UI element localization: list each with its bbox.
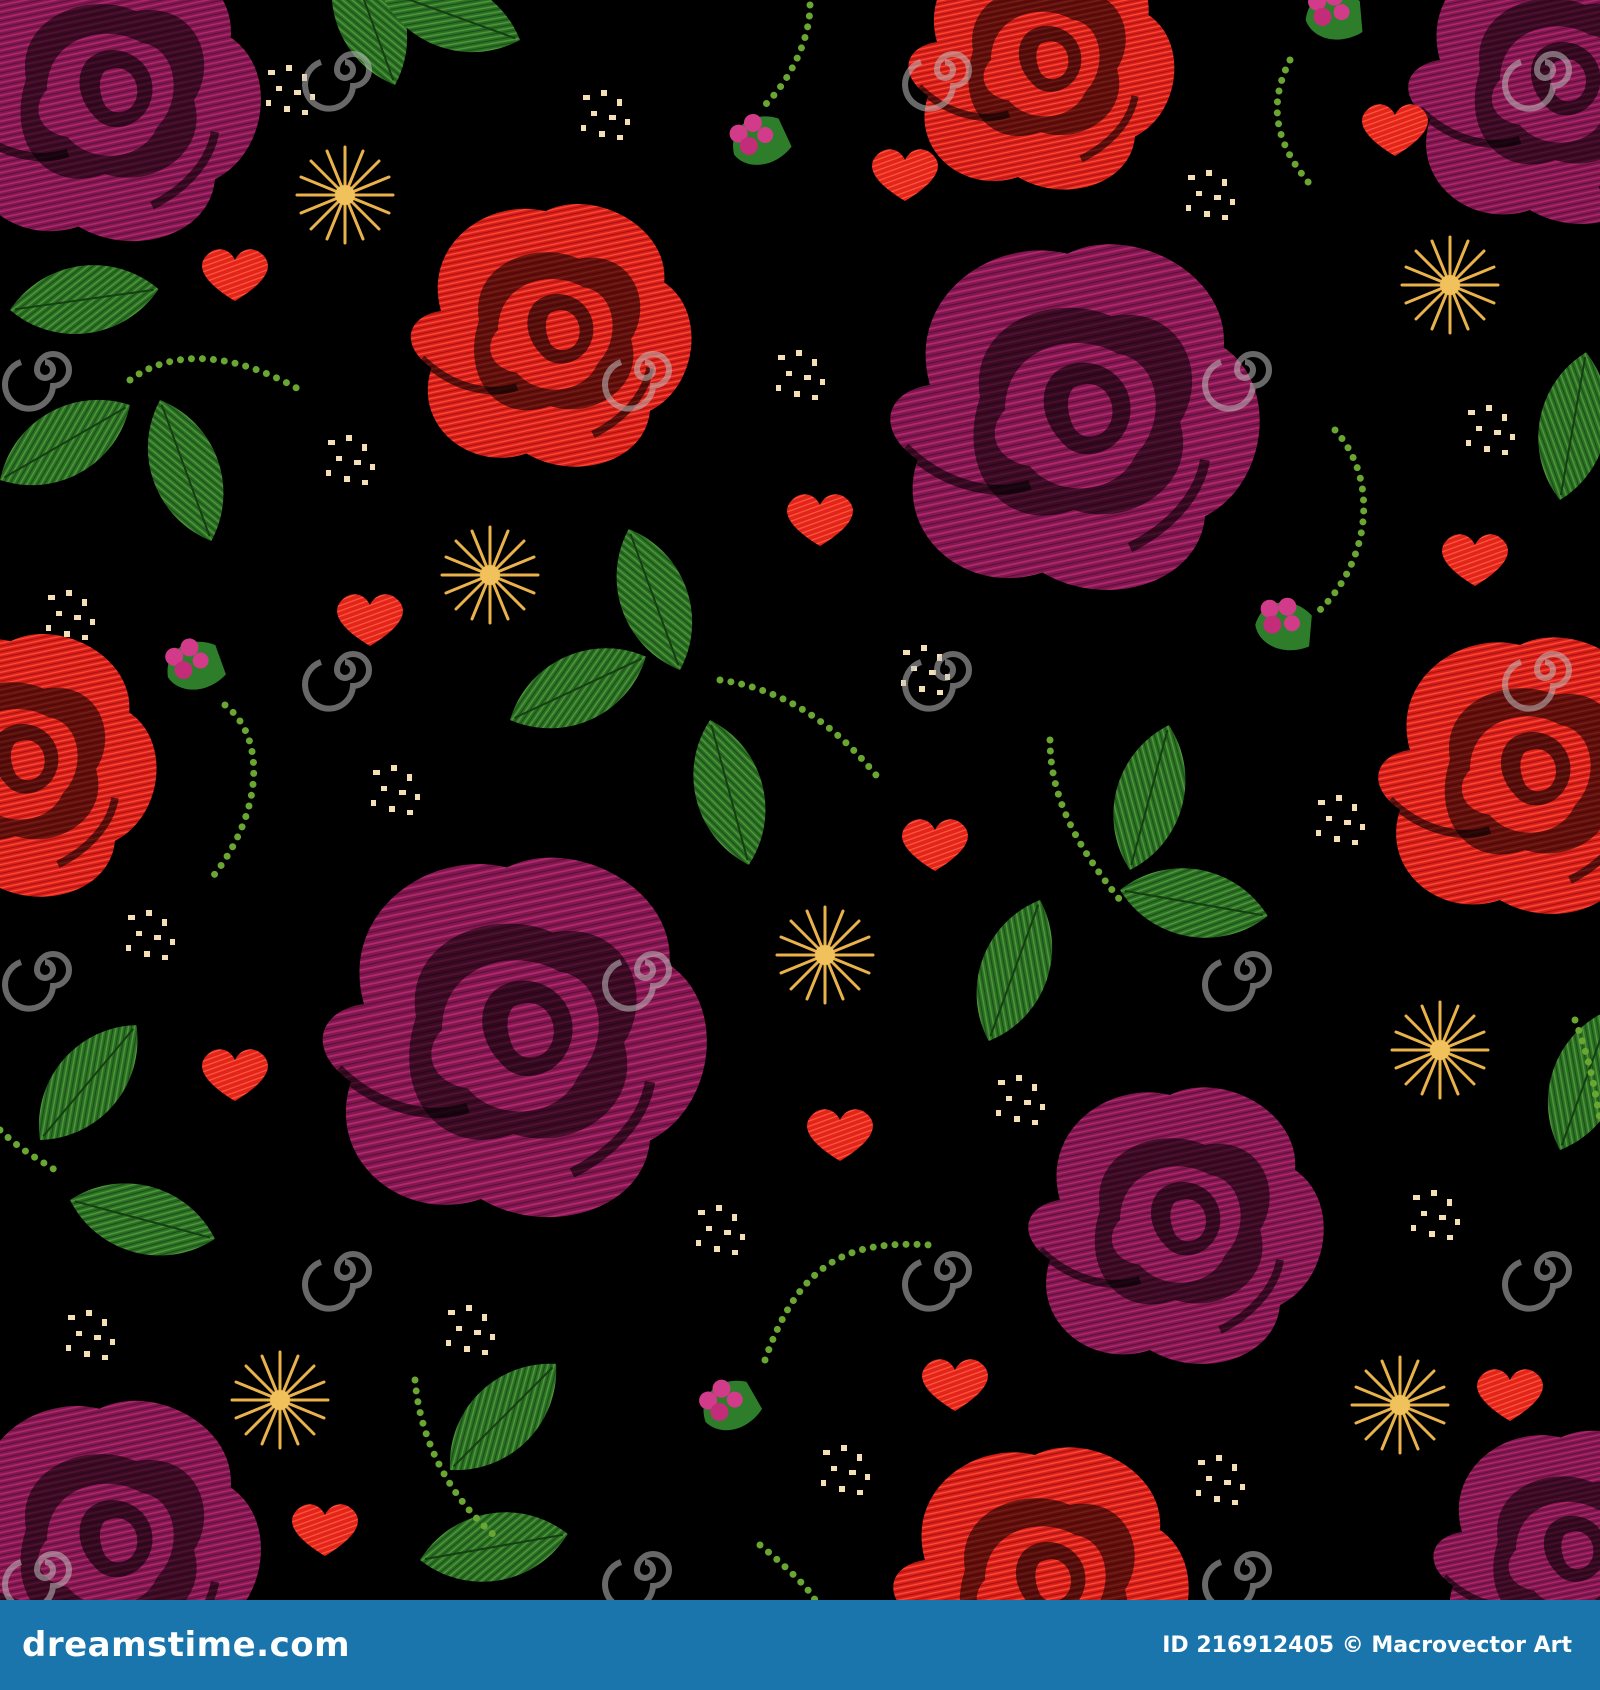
embroidered-roses-pattern xyxy=(0,0,1600,1600)
stock-photo-viewer: dreamstime.com ID 216912405 © Macrovecto… xyxy=(0,0,1600,1690)
site-name: dreamstime.com xyxy=(22,1625,351,1665)
image-credit: ID 216912405 © Macrovector Art xyxy=(1162,1632,1572,1658)
watermark-footer-bar: dreamstime.com ID 216912405 © Macrovecto… xyxy=(0,1600,1600,1690)
